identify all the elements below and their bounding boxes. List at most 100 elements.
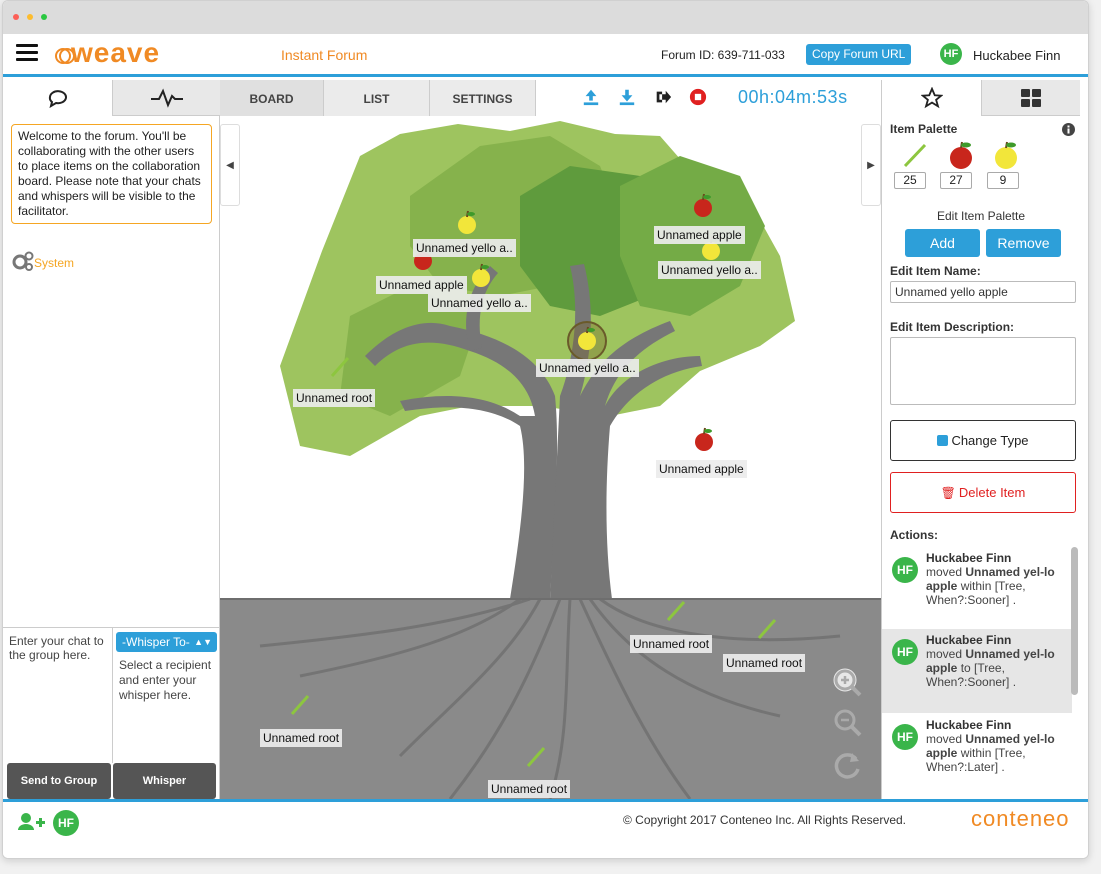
tab-favorites[interactable] bbox=[882, 80, 982, 116]
group-chat-input[interactable]: Enter your chat to the group here. bbox=[9, 634, 109, 662]
maximize-window-button[interactable] bbox=[41, 14, 47, 20]
stop-record-icon[interactable] bbox=[689, 88, 707, 106]
close-window-button[interactable] bbox=[13, 14, 19, 20]
tab-grid[interactable] bbox=[982, 80, 1080, 116]
board-item-label[interactable]: Unnamed apple bbox=[656, 460, 747, 478]
remove-palette-button[interactable]: Remove bbox=[986, 229, 1061, 257]
delete-item-label: Delete Item bbox=[958, 485, 1026, 500]
action-entry: HF Huckabee Finn moved Unnamed yel-lo ap… bbox=[882, 547, 1072, 631]
board-item-label[interactable]: Unnamed root bbox=[723, 654, 806, 672]
edit-palette-label: Edit Item Palette bbox=[936, 209, 1026, 223]
zoom-out-icon[interactable] bbox=[832, 707, 862, 737]
yellow-apple-icon[interactable] bbox=[576, 326, 598, 352]
send-to-group-button[interactable]: Send to Group bbox=[7, 763, 111, 799]
root-icon[interactable] bbox=[330, 356, 350, 378]
whisper-recipient-select[interactable]: -Whisper To- ▲▼ bbox=[116, 632, 217, 652]
conteneo-logo: conteneo bbox=[971, 806, 1070, 831]
change-type-label: Change Type bbox=[951, 433, 1029, 448]
tab-list[interactable]: LIST bbox=[324, 80, 430, 116]
item-description-input[interactable] bbox=[890, 337, 1076, 405]
star-icon bbox=[919, 86, 944, 109]
chat-bubbles-icon bbox=[48, 90, 67, 109]
board-item-label[interactable]: Unnamed yello a.. bbox=[536, 359, 639, 377]
menu-icon[interactable] bbox=[16, 44, 38, 62]
board-item-label[interactable]: Unnamed yello a.. bbox=[428, 294, 531, 312]
trash-icon: 🗑 bbox=[940, 486, 956, 500]
user-avatar[interactable]: HF bbox=[940, 43, 962, 65]
root-icon[interactable] bbox=[290, 694, 310, 716]
compose-divider bbox=[112, 628, 113, 763]
action-avatar: HF bbox=[892, 724, 918, 750]
item-panel: Item Palette 25 27 9 Edit Item Palette A… bbox=[881, 80, 1080, 799]
edit-name-label: Edit Item Name: bbox=[890, 264, 981, 278]
action-user: Huckabee Finn bbox=[926, 551, 1012, 565]
session-timer: 00h:04m:53s bbox=[738, 87, 848, 107]
upload-icon[interactable] bbox=[582, 88, 600, 106]
app-footer: HF © Copyright 2017 Conteneo Inc. All Ri… bbox=[3, 799, 1088, 858]
root-icon[interactable] bbox=[526, 746, 546, 768]
action-avatar: HF bbox=[892, 557, 918, 583]
whisper-button[interactable]: Whisper bbox=[113, 763, 216, 799]
add-user-icon[interactable] bbox=[18, 812, 46, 832]
yellow-apple-icon[interactable] bbox=[470, 263, 492, 289]
action-entry: HF Huckabee Finn moved Unnamed yel-lo ap… bbox=[882, 629, 1072, 713]
board-item-label[interactable]: Unnamed root bbox=[293, 389, 376, 407]
tab-board[interactable]: BOARD bbox=[220, 80, 324, 116]
action-entry: HF Huckabee Finn moved Unnamed yel-lo ap… bbox=[882, 714, 1072, 798]
root-icon[interactable] bbox=[666, 600, 686, 622]
board-item-label[interactable]: Unnamed apple bbox=[376, 276, 467, 294]
app-window: weave Instant Forum Forum ID: 639-711-03… bbox=[2, 0, 1089, 859]
app-header: weave Instant Forum Forum ID: 639-711-03… bbox=[3, 34, 1088, 77]
chat-panel: Welcome to the forum. You'll be collabor… bbox=[3, 80, 220, 799]
board-item-label[interactable]: Unnamed root bbox=[260, 729, 343, 747]
reset-view-icon[interactable] bbox=[832, 751, 862, 781]
exit-icon[interactable] bbox=[654, 88, 672, 106]
app-logo: weave bbox=[71, 37, 161, 68]
root-icon[interactable] bbox=[757, 618, 777, 640]
collapse-right-panel-button[interactable]: ▶ bbox=[861, 124, 881, 206]
tab-chat[interactable] bbox=[3, 80, 113, 116]
delete-item-button[interactable]: 🗑 Delete Item bbox=[890, 472, 1076, 513]
item-panel-tabs bbox=[882, 80, 1080, 116]
change-type-button[interactable]: Change Type bbox=[890, 420, 1076, 461]
whisper-input[interactable]: Select a recipient and enter your whispe… bbox=[119, 658, 215, 703]
board-item-label[interactable]: Unnamed yello a.. bbox=[658, 261, 761, 279]
zoom-in-icon[interactable] bbox=[832, 667, 862, 697]
action-text: moved Unnamed yel-lo apple to [Tree, Whe… bbox=[926, 647, 1055, 689]
activity-pulse-icon bbox=[150, 88, 183, 108]
download-icon[interactable] bbox=[618, 88, 636, 106]
copy-forum-url-button[interactable]: Copy Forum URL bbox=[806, 44, 912, 65]
yellow-apple-count: 9 bbox=[987, 172, 1019, 189]
board-item-label[interactable]: Unnamed root bbox=[630, 635, 713, 653]
red-apple-icon[interactable] bbox=[692, 193, 714, 219]
whisper-select-label: -Whisper To- bbox=[122, 635, 190, 649]
board-item-label[interactable]: Unnamed apple bbox=[654, 226, 745, 244]
board-item-label[interactable]: Unnamed root bbox=[488, 780, 571, 798]
item-palette-title: Item Palette bbox=[890, 122, 958, 136]
user-name[interactable]: Huckabee Finn bbox=[973, 48, 1060, 63]
app-subtitle: Instant Forum bbox=[281, 47, 368, 63]
chat-tabs bbox=[3, 80, 220, 116]
forum-id: Forum ID: 639-711-033 bbox=[661, 48, 785, 62]
info-icon[interactable] bbox=[1062, 123, 1075, 136]
welcome-message: Welcome to the forum. You'll be collabor… bbox=[11, 124, 212, 224]
root-count: 25 bbox=[894, 172, 926, 189]
root-palette-icon[interactable] bbox=[902, 142, 928, 168]
yellow-apple-palette-icon[interactable] bbox=[993, 140, 1019, 170]
actions-label: Actions: bbox=[890, 528, 938, 542]
red-apple-palette-icon[interactable] bbox=[948, 140, 974, 170]
yellow-apple-icon[interactable] bbox=[456, 210, 478, 236]
minimize-window-button[interactable] bbox=[27, 14, 33, 20]
board-item-label[interactable]: Unnamed yello a.. bbox=[413, 239, 516, 257]
footer-user-avatar[interactable]: HF bbox=[53, 810, 79, 836]
item-name-input[interactable]: Unnamed yello apple bbox=[890, 281, 1076, 303]
tab-activity[interactable] bbox=[113, 80, 220, 116]
actions-scrollbar[interactable] bbox=[1071, 547, 1078, 695]
collapse-left-panel-button[interactable]: ◀ bbox=[220, 124, 240, 206]
edit-description-label: Edit Item Description: bbox=[890, 320, 1015, 334]
system-label: System bbox=[34, 256, 75, 270]
tab-settings[interactable]: SETTINGS bbox=[430, 80, 536, 116]
red-apple-icon[interactable] bbox=[693, 427, 715, 453]
add-palette-button[interactable]: Add bbox=[905, 229, 980, 257]
collaboration-board[interactable]: Unnamed yello a.. Unnamed apple Unnamed … bbox=[220, 116, 881, 799]
